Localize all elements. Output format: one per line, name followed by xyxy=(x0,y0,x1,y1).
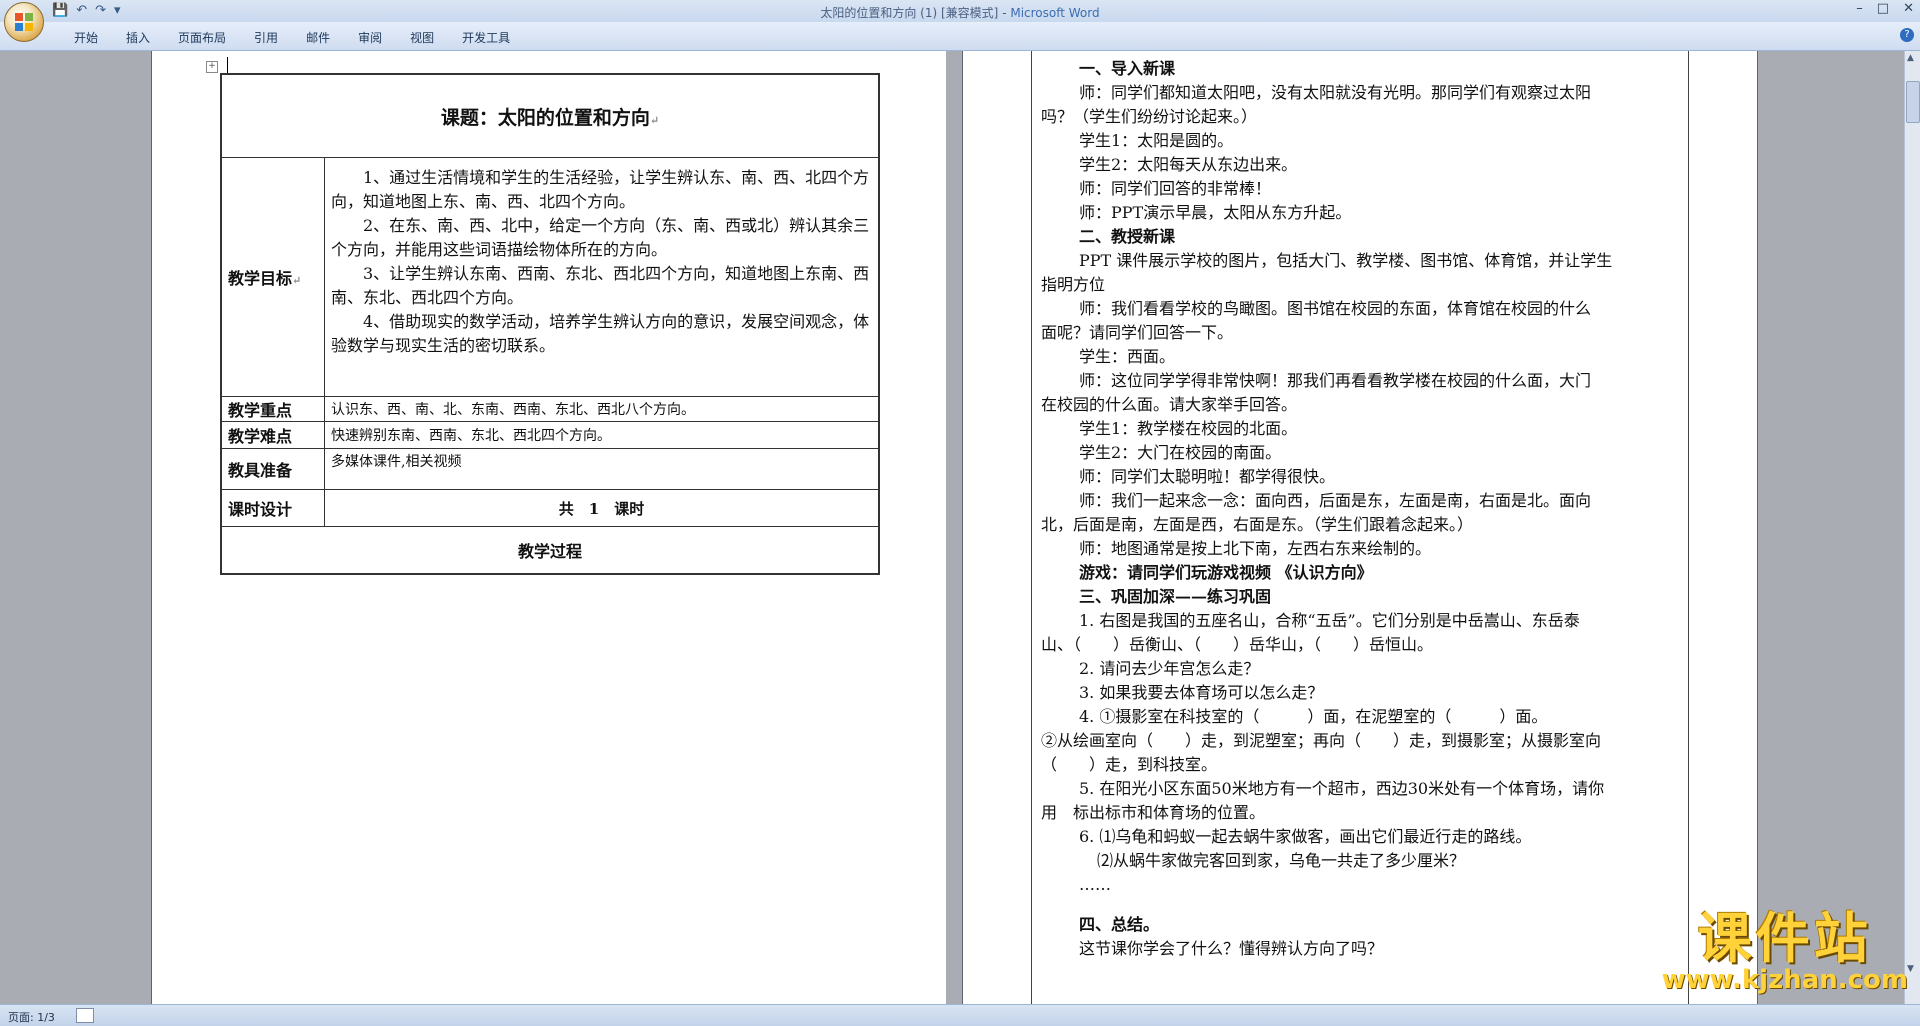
text-line: ②从绘画室向（ ）走，到泥塑室；再向（ ）走，到摄影室；从摄影室向 xyxy=(1041,731,1602,750)
table-anchor-icon[interactable]: + xyxy=(206,61,218,73)
tab-home[interactable]: 开始 xyxy=(60,29,112,46)
text-line: 在校园的什么面。请大家举手回答。 xyxy=(1041,395,1298,414)
text-line: 这节课你学会了什么？懂得辨认方向了吗？ xyxy=(1079,939,1384,958)
text-line: ⑵从蜗牛家做完客回到家，乌龟一共走了多少厘米？ xyxy=(1097,851,1466,870)
close-button[interactable]: ✕ xyxy=(1903,1,1914,16)
help-icon[interactable]: ? xyxy=(1900,28,1914,42)
text-line: 师：我们看看学校的鸟瞰图。图书馆在校园的东面，体育馆在校园的什么 xyxy=(1079,299,1592,318)
app-name: Microsoft Word xyxy=(1010,6,1100,20)
schedule-label: 课时设计 xyxy=(220,489,325,527)
ribbon-tabs: 开始 插入 页面布局 引用 邮件 审阅 视图 开发工具 xyxy=(60,29,524,46)
minimize-button[interactable]: – xyxy=(1856,1,1863,16)
materials-label: 教具准备 xyxy=(220,448,325,490)
text-line: 师：这位同学学得非常快啊！那我们再看看教学楼在校园的什么面，大门 xyxy=(1079,371,1592,390)
tab-mailings[interactable]: 邮件 xyxy=(292,29,344,46)
title-bar: 💾 ↶ ↷ ▾ 太阳的位置和方向 (1) [兼容模式] - Microsoft … xyxy=(0,0,1920,22)
text-line: 用 标出标市和体育场的位置。 xyxy=(1041,803,1266,822)
tab-page-layout[interactable]: 页面布局 xyxy=(164,29,240,46)
page-gutter xyxy=(946,51,963,1004)
goal-item: 4、借助现实的数学活动，培养学生辨认方向的意识，发展空间观念，体验数学与现实生活… xyxy=(331,312,870,355)
goal-item: 1、通过生活情境和学生的生活经验，让学生辨认东、南、西、北四个方向，知道地图上东… xyxy=(331,168,870,211)
scroll-up-icon[interactable]: ▲ xyxy=(1907,53,1914,63)
watermark-logo: 课件站 www.kjzhan.com xyxy=(1662,894,1908,995)
text-line: 学生：西面。 xyxy=(1079,347,1176,366)
text-line: 5. 在阳光小区东面50米地方有一个超市，西边30米处有一个体育场，请你 xyxy=(1079,779,1605,798)
key-point-label: 教学重点 xyxy=(220,396,325,422)
text-line: 6. ⑴乌龟和蚂蚁一起去蜗牛家做客，画出它们最近行走的路线。 xyxy=(1079,827,1532,846)
text-line xyxy=(1041,897,1689,913)
scroll-down-icon[interactable]: ▼ xyxy=(1907,964,1914,974)
text-line: 山、（ ）岳衡山、（ ）岳华山，（ ）岳恒山。 xyxy=(1041,635,1434,654)
watermark-brand: 课件站 xyxy=(1697,907,1872,970)
text-line: 4. ①摄影室在科技室的（ ）面，在泥塑室的（ ）面。 xyxy=(1079,707,1548,726)
watermark-url: www.kjzhan.com xyxy=(1661,965,1908,995)
text-line: 师：我们一起来念一念：面向西，后面是东，左面是南，右面是北。面向 xyxy=(1079,491,1592,510)
text-line: 师：PPT演示早晨，太阳从东方升起。 xyxy=(1079,203,1352,222)
text-line: 师：同学们回答的非常棒！ xyxy=(1079,179,1272,198)
office-button[interactable] xyxy=(4,2,44,42)
schedule-value: 共 1 课时 xyxy=(324,489,880,527)
goals-label: 教学目标↵ xyxy=(220,157,325,397)
materials-value: 多媒体课件,相关视频 xyxy=(324,448,880,490)
text-line: 游戏：请同学们玩游戏视频 《认识方向》 xyxy=(1079,563,1373,582)
scrollbar-thumb[interactable] xyxy=(1906,81,1920,123)
tab-view[interactable]: 视图 xyxy=(396,29,448,46)
text-line: 一、导入新课 xyxy=(1079,59,1176,78)
tab-references[interactable]: 引用 xyxy=(240,29,292,46)
text-line: 师：地图通常是按上北下南，左西右东来绘制的。 xyxy=(1079,539,1432,558)
text-line: …… xyxy=(1079,875,1111,894)
maximize-button[interactable]: □ xyxy=(1877,1,1889,16)
tab-insert[interactable]: 插入 xyxy=(112,29,164,46)
goal-item: 2、在东、南、西、北中，给定一个方向（东、南、西或北）辨认其余三个方向，并能用这… xyxy=(331,216,870,259)
text-line: 指明方位 xyxy=(1041,275,1106,294)
text-line: 三、巩固加深——练习巩固 xyxy=(1079,587,1272,606)
text-line: 学生2：太阳每天从东边出来。 xyxy=(1079,155,1298,174)
goals-cell: 1、通过生活情境和学生的生活经验，让学生辨认东、南、西、北四个方向，知道地图上东… xyxy=(324,157,880,397)
text-line: （ ）走，到科技室。 xyxy=(1041,755,1218,774)
text-line: 北，后面是南，左面是西，右面是东。（学生们跟着念起来。） xyxy=(1041,515,1474,534)
text-line: 3. 如果我要去体育场可以怎么走？ xyxy=(1079,683,1324,702)
page-1[interactable]: + 课题：太阳的位置和方向↵ 教学目标↵ 1、通过生活情境和学生的生活经验，让学… xyxy=(152,51,946,1004)
text-line: 1. 右图是我国的五座名山，合称“五岳”。它们分别是中岳嵩山、东岳泰 xyxy=(1079,611,1580,630)
goal-item: 3、让学生辨认东南、西南、东北、西北四个方向，知道地图上东南、西南、东北、西北四… xyxy=(331,264,870,307)
window-controls: – □ ✕ xyxy=(1856,1,1914,16)
difficulty-value: 快速辨别东南、西南、东北、西北四个方向。 xyxy=(324,421,880,449)
text-line: 师：同学们都知道太阳吧，没有太阳就没有光明。那同学们有观察过太阳 xyxy=(1079,83,1592,102)
lesson-plan-table: 课题：太阳的位置和方向↵ 教学目标↵ 1、通过生活情境和学生的生活经验，让学生辨… xyxy=(220,73,880,575)
difficulty-label: 教学难点 xyxy=(220,421,325,449)
page-indicator[interactable]: 页面: 1/3 xyxy=(8,1009,55,1025)
lesson-title: 课题：太阳的位置和方向↵ xyxy=(220,73,880,158)
page-2[interactable]: 一、导入新课师：同学们都知道太阳吧，没有太阳就没有光明。那同学们有观察过太阳吗？… xyxy=(963,51,1757,1004)
text-line: 面呢？请同学们回答一下。 xyxy=(1041,323,1234,342)
tab-review[interactable]: 审阅 xyxy=(344,29,396,46)
vertical-scrollbar[interactable]: ▲ ▼ xyxy=(1904,51,1920,1004)
proofing-icon[interactable] xyxy=(76,1008,94,1023)
status-bar: 页面: 1/3 xyxy=(0,1004,1920,1026)
text-line: 学生2：大门在校园的南面。 xyxy=(1079,443,1282,462)
text-line: 二、教授新课 xyxy=(1079,227,1176,246)
text-line: 吗？（学生们纷纷讨论起来。） xyxy=(1041,107,1258,126)
office-logo-icon xyxy=(15,13,33,31)
window-title: 太阳的位置和方向 (1) [兼容模式] - Microsoft Word xyxy=(820,6,1100,20)
tab-developer[interactable]: 开发工具 xyxy=(448,29,524,46)
process-heading: 教学过程 xyxy=(220,526,880,575)
text-line: 2. 请问去少年宫怎么走？ xyxy=(1079,659,1260,678)
text-line: PPT 课件展示学校的图片，包括大门、教学楼、图书馆、体育馆，并让学生 xyxy=(1079,251,1613,270)
key-point-value: 认识东、西、南、北、东南、西南、东北、西北八个方向。 xyxy=(324,396,880,422)
text-line: 师：同学们太聪明啦！都学得很快。 xyxy=(1079,467,1336,486)
text-line: 四、总结。 xyxy=(1079,915,1160,934)
page-2-text[interactable]: 一、导入新课师：同学们都知道太阳吧，没有太阳就没有光明。那同学们有观察过太阳吗？… xyxy=(1041,57,1689,961)
text-line: 学生1：教学楼在校园的北面。 xyxy=(1079,419,1298,438)
text-cursor xyxy=(227,57,228,73)
text-line: 学生1：太阳是圆的。 xyxy=(1079,131,1234,150)
ribbon: 开始 插入 页面布局 引用 邮件 审阅 视图 开发工具 ? xyxy=(0,22,1920,51)
document-title: 太阳的位置和方向 (1) [兼容模式] xyxy=(820,6,999,20)
document-workarea[interactable]: + 课题：太阳的位置和方向↵ 教学目标↵ 1、通过生活情境和学生的生活经验，让学… xyxy=(0,51,1905,1004)
